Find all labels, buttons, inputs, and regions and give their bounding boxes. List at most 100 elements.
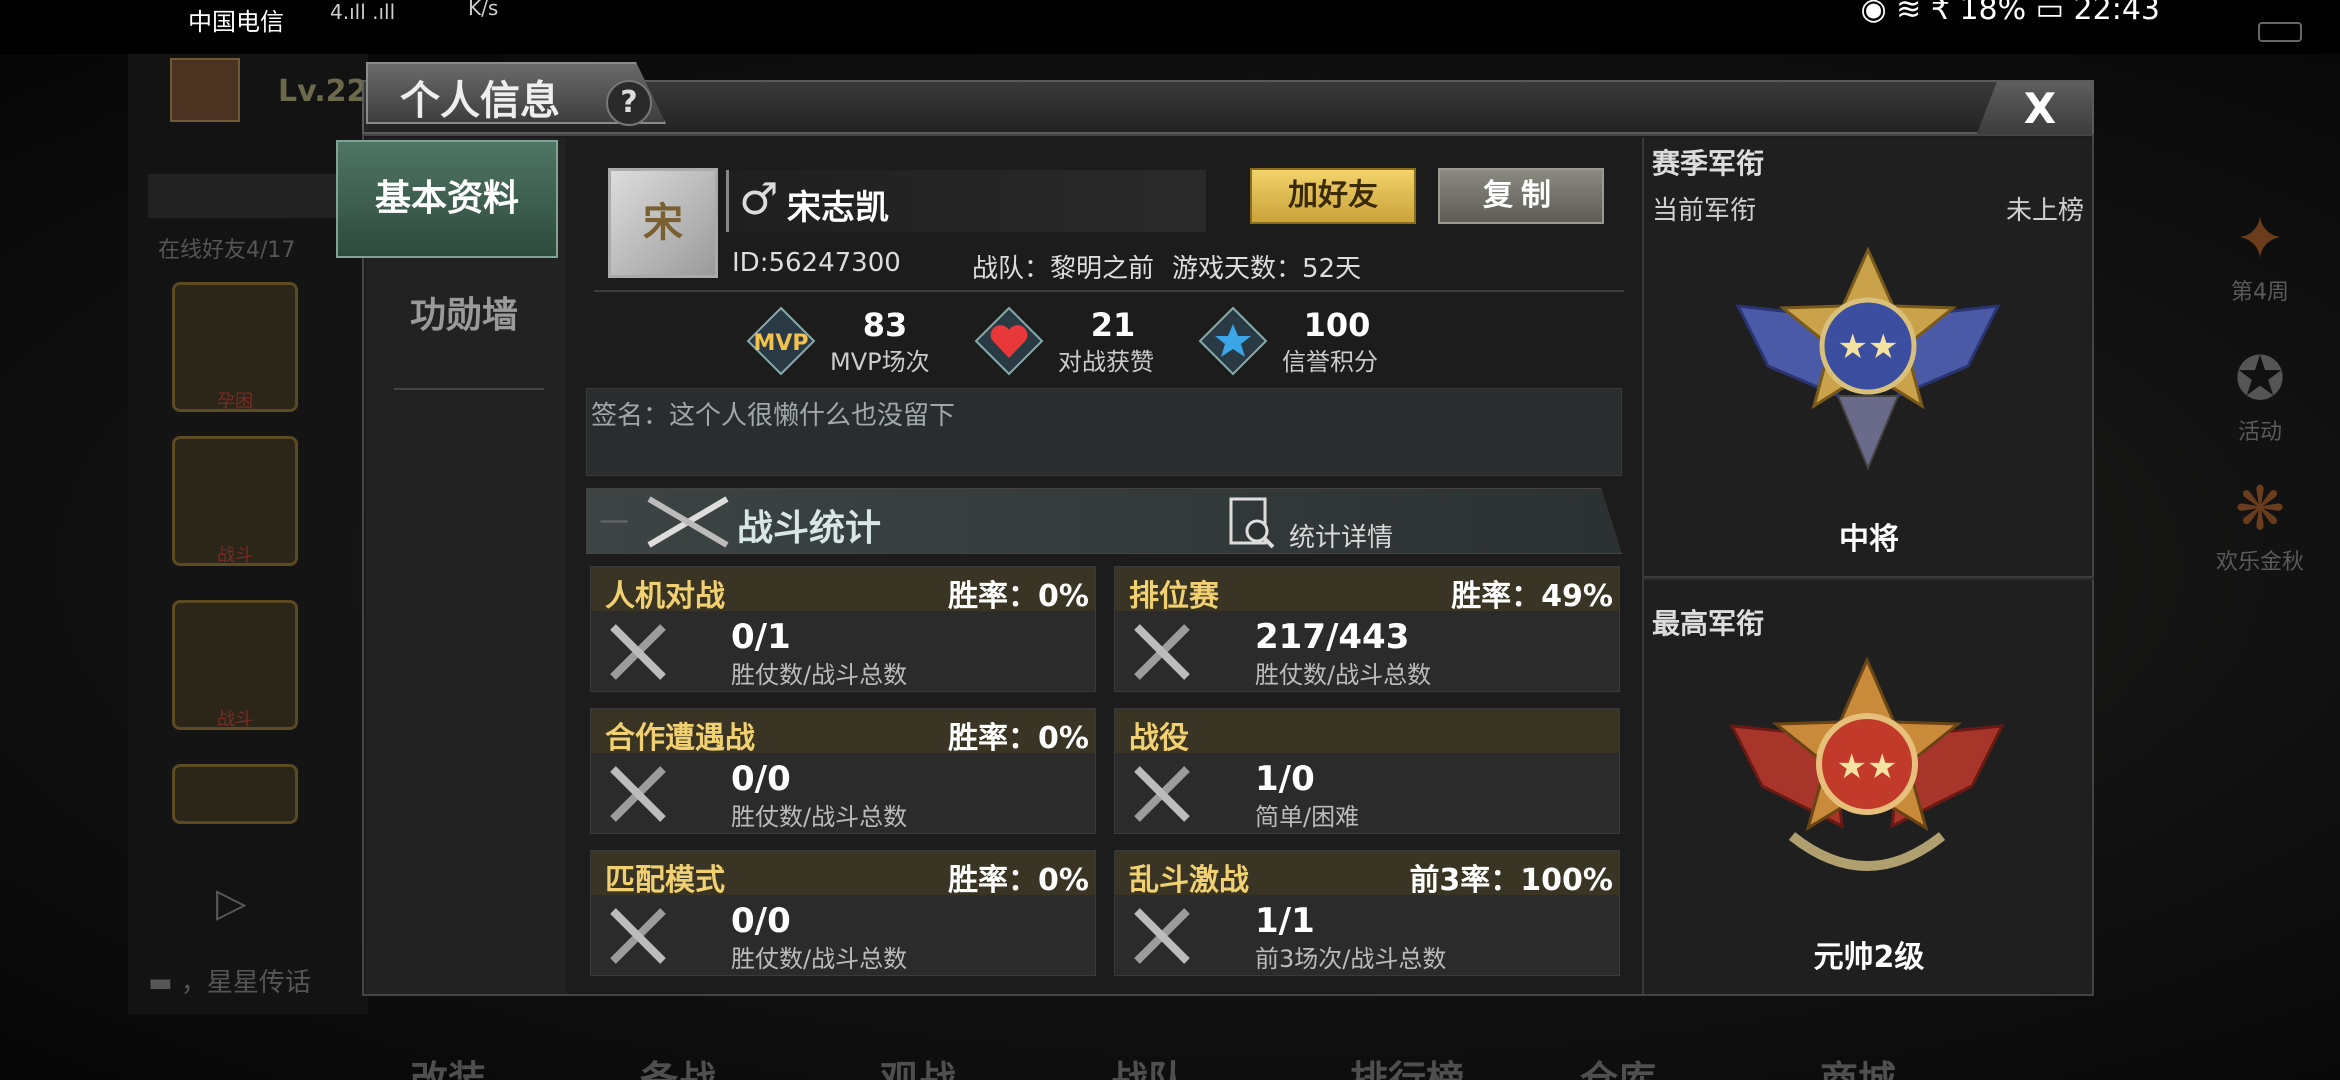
crossed-swords-icon bbox=[1134, 624, 1190, 680]
highest-rank-label: 最高军衔 bbox=[1652, 607, 1765, 640]
nav-shop[interactable]: 商城 bbox=[1820, 1049, 1896, 1080]
tab-merit-wall[interactable]: 功勋墙 bbox=[374, 286, 554, 346]
weekly-event[interactable]: ✦ 第4周 bbox=[2200, 204, 2320, 306]
signal-icon: 4.ıll .ıll bbox=[330, 0, 396, 24]
credit-label: 信誉积分 bbox=[1282, 348, 1378, 376]
player-avatar[interactable] bbox=[170, 58, 240, 122]
friend-tag: 孕困 bbox=[217, 391, 253, 412]
friend-card[interactable]: 战斗 bbox=[172, 436, 298, 566]
mode-name: 合作遭遇战 bbox=[605, 721, 755, 756]
mode-value: 0/1 bbox=[731, 617, 791, 657]
divider bbox=[594, 290, 1624, 292]
likes-count: 21 bbox=[1090, 306, 1136, 344]
crossed-guns-icon bbox=[647, 496, 729, 548]
crossed-swords-icon bbox=[610, 624, 666, 680]
stats-detail-icon[interactable] bbox=[1221, 493, 1281, 553]
autumn-event[interactable]: ❋ 欢乐金秋 bbox=[2200, 474, 2320, 576]
win-rate: 前3率：100% bbox=[1409, 863, 1613, 898]
personal-info-dialog: X 个人信息 ? 基本资料 功勋墙 宋 ♂ 宋志凯 加好友 复制 ID:5624… bbox=[336, 62, 2094, 996]
status-right: ◉ ≋ ₹ 18% ▭ 22:43 bbox=[1860, 0, 2160, 27]
mode-sublabel: 胜仗数/战斗总数 bbox=[731, 661, 908, 689]
stats-detail-link[interactable]: 统计详情 bbox=[1289, 517, 1393, 554]
mode-card-brawl[interactable]: 乱斗激战 前3率：100% 1/1 前3场次/战斗总数 bbox=[1114, 850, 1620, 976]
status-bar: 中国电信 4.ıll .ıll K/s ◉ ≋ ₹ 18% ▭ 22:43 bbox=[0, 0, 2340, 54]
mode-card-campaign[interactable]: 战役 1/0 简单/困难 bbox=[1114, 708, 1620, 834]
help-button[interactable]: ? bbox=[606, 80, 652, 126]
friends-online-label: 在线好友4/17 bbox=[158, 238, 296, 263]
mode-name: 人机对战 bbox=[605, 579, 725, 614]
friend-card[interactable]: 战斗 bbox=[172, 600, 298, 730]
mode-sublabel: 胜仗数/战斗总数 bbox=[1255, 661, 1432, 689]
add-friend-button[interactable]: 加好友 bbox=[1250, 168, 1416, 224]
mode-card-match[interactable]: 匹配模式 胜率：0% 0/0 胜仗数/战斗总数 bbox=[590, 850, 1096, 976]
mode-sublabel: 胜仗数/战斗总数 bbox=[731, 803, 908, 831]
mode-card-ranked[interactable]: 排位赛 胜率：49% 217/443 胜仗数/战斗总数 bbox=[1114, 566, 1620, 692]
current-rank-name: 中将 bbox=[1839, 522, 1899, 557]
friend-card[interactable]: 孕困 bbox=[172, 282, 298, 412]
season-rank-title: 赛季军衔 bbox=[1652, 147, 1765, 180]
dialog-nav: 基本资料 功勋墙 bbox=[336, 138, 566, 994]
profile-main: 宋 ♂ 宋志凯 加好友 复制 ID:56247300 战队：黎明之前 游戏天数：… bbox=[586, 146, 1636, 986]
player-level: Lv.22 bbox=[278, 74, 368, 109]
player-team: 战队：黎明之前 bbox=[972, 254, 1155, 284]
avatar-char: 宋 bbox=[643, 200, 683, 246]
win-rate: 胜率：0% bbox=[948, 579, 1089, 614]
win-rate: 胜率：0% bbox=[948, 863, 1089, 898]
friends-tabs[interactable] bbox=[148, 174, 338, 218]
mode-card-pve[interactable]: 人机对战 胜率：0% 0/1 胜仗数/战斗总数 bbox=[590, 566, 1096, 692]
mode-sublabel: 简单/困难 bbox=[1255, 803, 1360, 831]
friend-tag: 战斗 bbox=[217, 545, 253, 566]
overlay-icon bbox=[2258, 22, 2302, 42]
player-name: 宋志凯 bbox=[787, 188, 889, 228]
profile-avatar[interactable]: 宋 bbox=[608, 168, 718, 278]
activity-icon: ✪ bbox=[2234, 344, 2286, 414]
highest-rank-name: 元帅2级 bbox=[1813, 940, 1925, 975]
copy-button[interactable]: 复制 bbox=[1438, 168, 1604, 224]
crossed-swords-icon bbox=[1134, 766, 1190, 822]
chat-text: ，星星传话 bbox=[180, 968, 311, 998]
player-id: ID:56247300 bbox=[732, 248, 901, 278]
chat-bar[interactable]: ▬ ，星星传话 bbox=[148, 962, 311, 999]
nav-modify[interactable]: 改装 bbox=[410, 1049, 486, 1080]
nav-spectate[interactable]: 观战 bbox=[880, 1049, 956, 1080]
name-box: ♂ 宋志凯 bbox=[726, 170, 1206, 232]
friend-tag: 战斗 bbox=[217, 709, 253, 730]
nav-leaderboard[interactable]: 排行榜 bbox=[1350, 1049, 1464, 1080]
likes-label: 对战获赞 bbox=[1058, 348, 1154, 376]
nav-team[interactable]: 战队 bbox=[1110, 1049, 1186, 1080]
mvp-label: MVP场次 bbox=[830, 348, 930, 376]
dash-mark: — bbox=[599, 503, 629, 538]
nav-warehouse[interactable]: 仓库 bbox=[1580, 1049, 1656, 1080]
win-rate: 胜率：49% bbox=[1451, 579, 1613, 614]
current-rank-label: 当前军衔 bbox=[1652, 196, 1757, 226]
maple-icon: ❋ bbox=[2234, 474, 2286, 544]
weekly-label: 第4周 bbox=[2231, 280, 2289, 305]
battle-stats-header: — 战斗统计 统计详情 bbox=[586, 488, 1622, 554]
close-button[interactable]: X bbox=[1976, 82, 2092, 136]
rank-panel: 赛季军衔 当前军衔 未上榜 ★★ 中将 最高军衔 ★★ 元帅2级 bbox=[1642, 138, 2094, 994]
mode-value: 1/0 bbox=[1255, 759, 1315, 799]
tab-basic-info[interactable]: 基本资料 bbox=[336, 140, 558, 258]
win-rate: 胜率：0% bbox=[948, 721, 1089, 756]
activity-button[interactable]: ✪ 活动 bbox=[2200, 344, 2320, 446]
crossed-swords-icon bbox=[610, 908, 666, 964]
mode-name: 排位赛 bbox=[1129, 579, 1219, 614]
rank-separator bbox=[1644, 576, 2094, 580]
play-days: 游戏天数：52天 bbox=[1172, 254, 1362, 284]
battle-stats-title: 战斗统计 bbox=[737, 508, 882, 549]
mode-sublabel: 前3场次/战斗总数 bbox=[1255, 945, 1447, 973]
bottom-nav: 改装 备战 观战 战队 排行榜 仓库 商城 bbox=[340, 1049, 1940, 1080]
mode-value: 0/0 bbox=[731, 759, 791, 799]
svg-text:★★: ★★ bbox=[1838, 327, 1899, 367]
dialog-title: 个人信息 bbox=[400, 78, 560, 124]
mode-card-coop[interactable]: 合作遭遇战 胜率：0% 0/0 胜仗数/战斗总数 bbox=[590, 708, 1096, 834]
svg-text:MVP: MVP bbox=[753, 331, 808, 356]
carrier-label: 中国电信 bbox=[188, 8, 284, 36]
friend-card[interactable] bbox=[172, 764, 298, 824]
expand-arrow-icon[interactable]: ▷ bbox=[216, 880, 247, 926]
mode-value: 1/1 bbox=[1255, 901, 1315, 941]
leaf-icon: ✦ bbox=[2234, 204, 2286, 274]
nav-prepare[interactable]: 备战 bbox=[640, 1049, 716, 1080]
nav-divider bbox=[394, 388, 544, 390]
not-ranked-label: 未上榜 bbox=[2005, 196, 2084, 226]
